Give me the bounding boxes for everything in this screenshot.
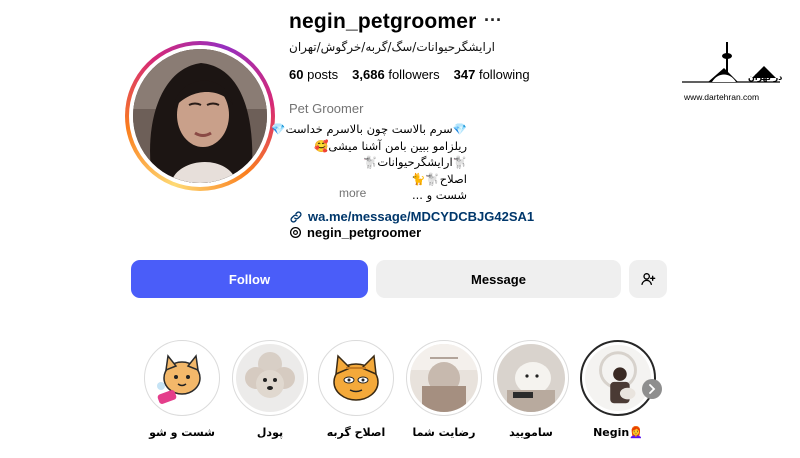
- highlight-cover: [236, 344, 304, 412]
- threads-icon: [289, 226, 302, 239]
- highlight-label: رضایت شما: [412, 426, 476, 439]
- following-stat[interactable]: 347 following: [454, 67, 530, 82]
- highlight-cover: [497, 344, 565, 412]
- highlight-item[interactable]: رضایت شما: [404, 340, 484, 439]
- profile-bio: 💎سرم بالاست چون بالاسرم خداست💎 ریلزامو ب…: [271, 121, 467, 204]
- highlight-cover: [322, 344, 390, 412]
- add-user-icon: [641, 273, 656, 285]
- highlight-item[interactable]: پودل: [230, 340, 310, 439]
- bio-line: 🐩ارایشگرحیوانات🐩: [363, 155, 467, 169]
- bio-more-link[interactable]: more: [339, 186, 366, 200]
- chevron-right-icon: [649, 384, 656, 394]
- ellipsis-icon[interactable]: ···: [484, 10, 502, 31]
- highlight-cover: [410, 344, 478, 412]
- profile-username: negin_petgroomer: [289, 10, 477, 33]
- watermark-url: www.dartehran.com: [684, 92, 760, 102]
- highlight-item[interactable]: شست و شو: [142, 340, 222, 439]
- threads-link[interactable]: negin_petgroomer: [289, 225, 421, 240]
- followers-stat[interactable]: 3,686 followers: [352, 67, 439, 82]
- highlight-item[interactable]: سامویید: [491, 340, 571, 439]
- bio-line: 💎سرم بالاست چون بالاسرم خداست💎: [271, 122, 467, 136]
- bio-line: اصلاح🐩🐈: [411, 171, 467, 186]
- bio-line: ریلزامو ببین بامن آشنا میشی🥰: [314, 138, 467, 153]
- profile-avatar-ring[interactable]: [125, 41, 275, 191]
- posts-stat: 60 posts: [289, 67, 339, 82]
- bio-line: شست و ...: [411, 188, 467, 202]
- follow-button[interactable]: Follow: [131, 260, 368, 298]
- highlight-item[interactable]: اصلاح گربه: [316, 340, 396, 439]
- highlight-label: شست و شو: [149, 426, 215, 439]
- threads-handle: negin_petgroomer: [307, 225, 422, 240]
- highlight-cover: [148, 344, 216, 412]
- message-button[interactable]: Message: [376, 260, 621, 298]
- avatar-photo: [133, 49, 267, 183]
- profile-link[interactable]: wa.me/message/MDCYDCBJG42SA1: [289, 209, 534, 224]
- highlight-label: Negin👩‍🦰: [593, 426, 643, 439]
- highlights-next-button[interactable]: [642, 379, 662, 399]
- highlight-label: سامویید: [509, 426, 553, 439]
- highlight-cover: [585, 345, 651, 411]
- watermark-brand: در تهران: [748, 73, 783, 82]
- highlight-label: پودل: [256, 426, 284, 439]
- profile-stats: 60 posts 3,686 followers 347 following: [289, 67, 530, 82]
- profile-link-text: wa.me/message/MDCYDCBJG42SA1: [308, 209, 535, 224]
- profile-fullname: ارایشگرحیوانات/سگ/گربه/خرگوش/تهران: [289, 40, 495, 54]
- profile-avatar: [133, 49, 267, 183]
- profile-category: Pet Groomer: [289, 101, 364, 116]
- link-icon: [290, 210, 302, 223]
- add-user-button[interactable]: [629, 260, 667, 298]
- highlight-label: اصلاح گربه: [326, 426, 386, 439]
